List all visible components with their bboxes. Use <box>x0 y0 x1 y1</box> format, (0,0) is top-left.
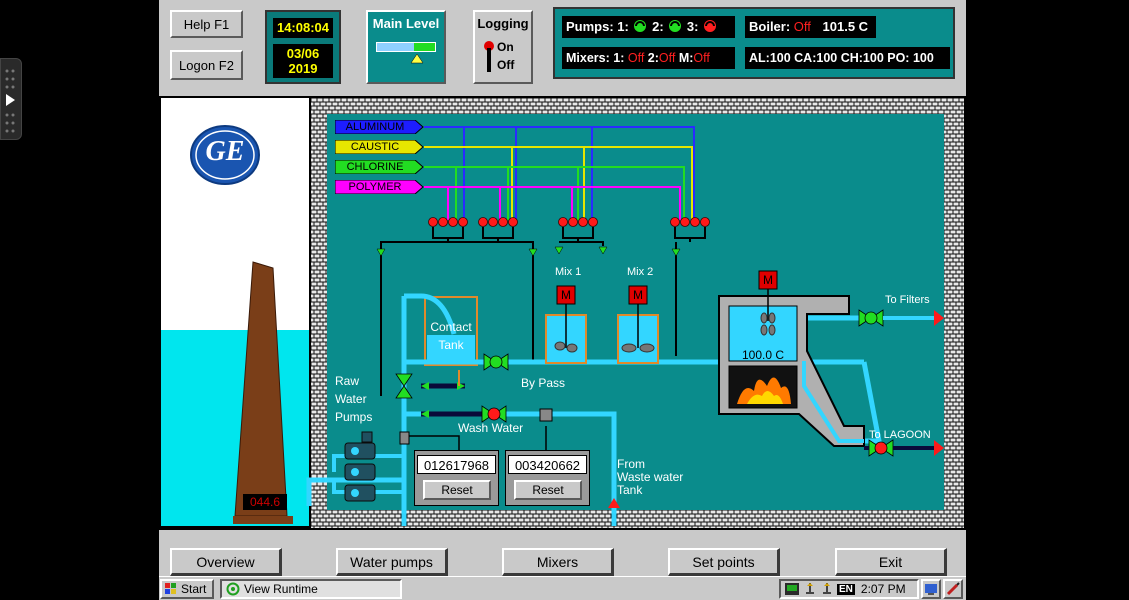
chem-levels-status: AL:100 CA:100 CH:100 PO: 100 <box>745 47 950 69</box>
status-panel: Pumps: 1: 2: 3: Boiler: Off 101.5 C Mixe… <box>553 7 955 79</box>
mixerm-label: M: <box>678 51 694 65</box>
system-tray: EN 2:07 PM <box>779 579 919 599</box>
main-level-fill <box>414 43 435 51</box>
exit-button[interactable]: Exit <box>835 548 947 576</box>
logging-switch-icon[interactable] <box>483 40 495 74</box>
reset-button-2[interactable]: Reset <box>514 480 582 500</box>
chem-caustic-tag[interactable]: CAUSTIC <box>335 140 425 154</box>
mix1-label: Mix 1 <box>555 266 582 278</box>
water-pumps-button[interactable]: Water pumps <box>336 548 448 576</box>
raw-water-line1: Raw <box>335 374 360 388</box>
to-lagoon-label: To LAGOON <box>869 429 931 441</box>
from-waste-label: From Waste water Tank <box>617 458 683 497</box>
time-display: 14:08:04 <box>273 18 333 38</box>
windows-logo-icon <box>165 583 176 594</box>
mixer1-state: Off <box>627 51 645 65</box>
pumps-status: Pumps: 1: 2: 3: <box>562 16 735 38</box>
mixers-button[interactable]: Mixers <box>502 548 614 576</box>
chem-caustic-label: CAUSTIC <box>350 141 400 153</box>
raw-water-line2: Water <box>335 392 367 406</box>
boiler-temp-label: 100.0 C <box>741 348 785 362</box>
mix2-label: Mix 2 <box>627 266 654 278</box>
overview-button[interactable]: Overview <box>170 548 282 576</box>
contact-tank-label: Contact Tank <box>427 318 475 354</box>
chem-polymer-label: POLYMER <box>348 181 402 193</box>
contact-tank-line2: Tank <box>438 338 464 352</box>
start-label: Start <box>181 582 207 596</box>
year-line: 2019 <box>288 61 318 76</box>
mixer1-motor-label[interactable]: M <box>557 288 575 302</box>
process-area: GE 044.6 ALUMINUM CAUSTIC CHLORINE POLYM… <box>159 96 966 530</box>
logging-panel[interactable]: Logging On Off <box>473 10 533 84</box>
from-waste-line3: Tank <box>617 483 643 497</box>
pump3-stopped-icon <box>704 20 717 32</box>
chem-chlorine-label: CHLORINE <box>346 161 404 173</box>
boiler-label: Boiler: <box>749 19 791 34</box>
desktop-icon <box>925 584 937 595</box>
date-display: 03/06 2019 <box>273 44 333 78</box>
pumps-label: Pumps: 1: <box>566 19 629 34</box>
boiler-temp: 101.5 C <box>822 19 869 34</box>
pump3-label: 3: <box>686 19 699 34</box>
mixer2-state: Off <box>658 51 676 65</box>
main-level-title: Main Level <box>372 16 440 31</box>
desktop-button[interactable] <box>921 579 941 599</box>
contact-tank-line1: Contact <box>430 320 472 334</box>
usb-tray-icon-1[interactable] <box>803 582 817 596</box>
boiler-state: Off <box>793 19 811 34</box>
mixer2-motor-label[interactable]: M <box>629 288 647 302</box>
main-level-panel[interactable]: Main Level <box>366 10 446 84</box>
raw-water-pumps-label: Raw Water Pumps <box>335 372 372 426</box>
raw-water-line3: Pumps <box>335 410 373 424</box>
mixers-status: Mixers: 1: Off 2:Off M:Off <box>562 47 735 69</box>
to-filters-label: To Filters <box>885 294 930 306</box>
chem-polymer-tag[interactable]: POLYMER <box>335 180 425 194</box>
counter-panel-2: 003420662 Reset <box>505 450 590 506</box>
counter-value-2: 003420662 <box>508 455 587 474</box>
chem-chlorine-tag[interactable]: CHLORINE <box>335 160 425 174</box>
mixerm-state: Off <box>693 51 710 65</box>
view-runtime-task[interactable]: View Runtime <box>220 579 402 599</box>
language-indicator[interactable]: EN <box>837 583 855 595</box>
mixer2-label: 2: <box>647 51 659 65</box>
pen-icon <box>946 582 960 596</box>
logging-title: Logging <box>477 16 529 31</box>
tray-clock[interactable]: 2:07 PM <box>861 582 906 596</box>
side-handle-icon <box>5 69 15 133</box>
pump2-running-icon <box>669 20 682 32</box>
start-button[interactable]: Start <box>160 579 214 599</box>
boiler-status: Boiler: Off 101.5 C <box>745 16 876 38</box>
taskbar: Start View Runtime EN 2:07 PM <box>159 576 966 600</box>
pen-button[interactable] <box>943 579 963 599</box>
pump2-label: 2: <box>652 19 664 34</box>
wash-water-label: Wash Water <box>458 421 524 435</box>
hmi-screen: Help F1 Logon F2 14:08:04 03/06 2019 Mai… <box>159 0 966 600</box>
counter-panel-1: 012617968 Reset <box>414 450 499 506</box>
boiler-motor-label[interactable]: M <box>759 273 777 287</box>
view-runtime-label: View Runtime <box>244 582 318 596</box>
help-button[interactable]: Help F1 <box>170 10 243 38</box>
chem-aluminum-label: ALUMINUM <box>345 121 405 133</box>
pump1-running-icon <box>634 20 647 32</box>
usb-tray-icon-2[interactable] <box>820 582 834 596</box>
mixers-label: Mixers: 1: <box>566 51 625 65</box>
reset-button-1[interactable]: Reset <box>423 480 491 500</box>
set-points-button[interactable]: Set points <box>668 548 780 576</box>
chem-aluminum-tag[interactable]: ALUMINUM <box>335 120 425 134</box>
clock-panel: 14:08:04 03/06 2019 <box>265 10 341 84</box>
side-panel-handle[interactable] <box>0 58 22 140</box>
date-line: 03/06 <box>286 46 320 61</box>
logging-off-label: Off <box>497 58 515 72</box>
network-tray-icon[interactable] <box>784 582 800 596</box>
counter-value-1: 012617968 <box>417 455 496 474</box>
bypass-label: By Pass <box>521 376 566 390</box>
logging-on-label: On <box>497 40 514 54</box>
level-pointer-icon <box>410 54 424 64</box>
logon-button[interactable]: Logon F2 <box>170 50 243 80</box>
runtime-icon <box>226 582 240 596</box>
